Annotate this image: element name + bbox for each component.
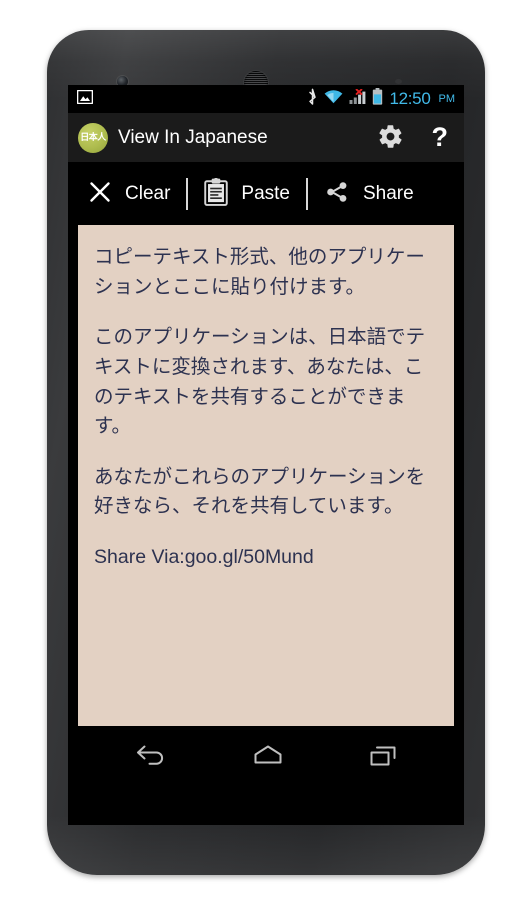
app-logo-label: 日本人 (80, 132, 106, 142)
settings-button[interactable] (377, 123, 404, 153)
back-arrow-icon (134, 743, 168, 772)
home-icon (252, 744, 284, 771)
battery-icon (372, 88, 383, 110)
cellular-signal-no-service-icon (349, 88, 366, 110)
text-paragraph: このアプリケーションは、日本語でテキストに変換されます、あなたは、このテキストを… (94, 326, 426, 438)
paste-button-label: Paste (241, 183, 290, 204)
proximity-sensor-icon (395, 79, 402, 84)
share-button-label: Share (363, 183, 414, 204)
toolbar-divider-2 (306, 178, 308, 210)
page-title: View In Japanese (118, 126, 268, 148)
status-clock: 12:50 (389, 89, 431, 108)
app-bar-actions: ? (377, 123, 453, 153)
toolbar: Clear Paste Share (68, 163, 464, 225)
translated-text-panel[interactable]: コピーテキスト形式、他のアプリケーションとここに貼り付けます。 このアプリケーシ… (78, 225, 454, 726)
text-paragraph: あなたがこれらのアプリケーションを好きなら、それを共有しています。 (94, 465, 426, 518)
text-paragraph: コピーテキスト形式、他のアプリケーションとここに貼り付けます。 (94, 246, 425, 298)
paste-button[interactable]: Paste (204, 177, 290, 211)
back-button[interactable] (120, 737, 182, 778)
clear-button-label: Clear (125, 183, 171, 204)
bluetooth-icon (307, 88, 318, 110)
phone-screen: 12:50 PM 日本人 View In Japanese ? Clear Pa… (68, 85, 464, 825)
status-icons-group: 12:50 PM (307, 88, 455, 110)
recent-apps-button[interactable] (354, 738, 412, 777)
phone-device: 12:50 PM 日本人 View In Japanese ? Clear Pa… (47, 30, 485, 875)
app-logo-icon[interactable]: 日本人 (78, 122, 108, 153)
close-x-icon (88, 180, 112, 209)
recent-apps-icon (368, 744, 398, 771)
share-nodes-icon (324, 180, 350, 209)
status-clock-ampm: PM (438, 93, 456, 105)
toolbar-divider-1 (186, 178, 189, 210)
gear-icon (377, 123, 404, 153)
help-button[interactable]: ? (432, 124, 449, 151)
wifi-icon (324, 89, 343, 109)
share-via-link[interactable]: Share Via:goo.gl/50Mund (94, 543, 438, 573)
clipboard-icon (204, 177, 229, 211)
clear-button[interactable]: Clear (88, 180, 170, 209)
android-navigation-bar (68, 726, 464, 788)
image-notification-icon (76, 89, 94, 109)
notification-area[interactable] (76, 89, 94, 109)
status-bar: 12:50 PM (68, 85, 464, 113)
share-button[interactable]: Share (324, 180, 414, 209)
home-button[interactable] (238, 738, 298, 777)
app-bar: 日本人 View In Japanese ? (68, 113, 464, 163)
